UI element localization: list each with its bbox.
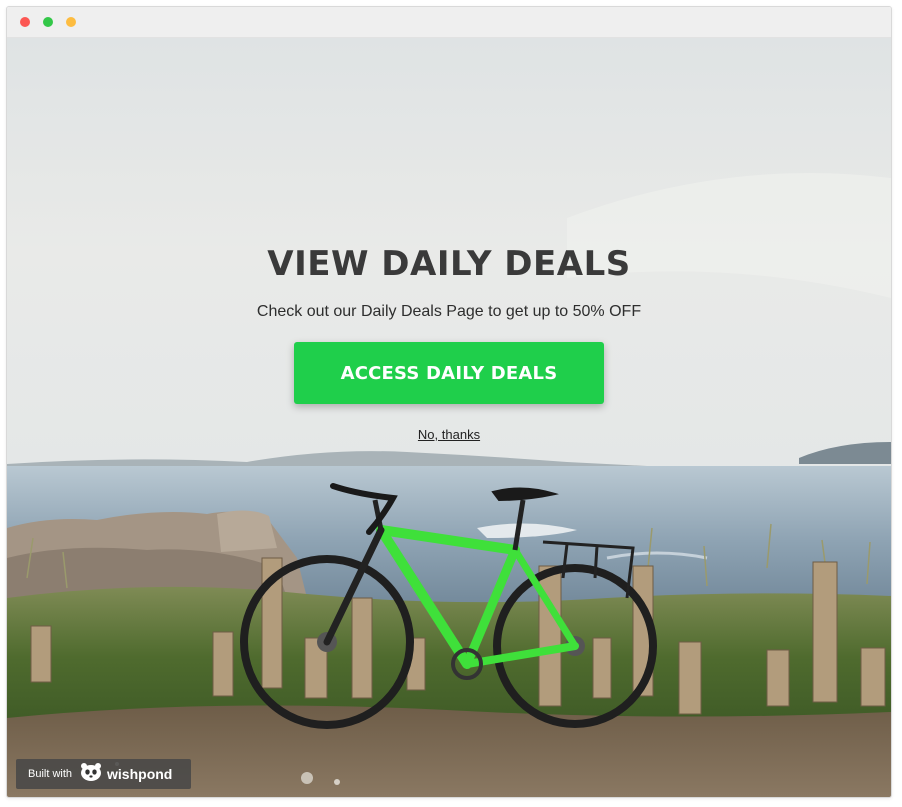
close-window-button[interactable] — [20, 17, 30, 27]
window-titlebar — [7, 7, 891, 38]
no-thanks-link[interactable]: No, thanks — [418, 427, 480, 442]
popup-headline: VIEW DAILY DEALS — [267, 244, 631, 284]
popup-overlay: VIEW DAILY DEALS Check out our Daily Dea… — [7, 38, 891, 797]
wishpond-brand-label: wishpond — [107, 766, 173, 782]
decline-container: No, thanks — [7, 427, 891, 442]
popup-background-scene: VIEW DAILY DEALS Check out our Daily Dea… — [7, 38, 891, 797]
zoom-window-button[interactable] — [43, 17, 53, 27]
panda-icon — [80, 762, 102, 786]
popup-subheadline: Check out our Daily Deals Page to get up… — [256, 303, 642, 320]
built-with-wishpond-badge[interactable]: Built with wishpond — [16, 759, 191, 789]
access-daily-deals-button[interactable]: ACCESS DAILY DEALS — [294, 342, 604, 404]
built-with-label: Built with — [28, 768, 73, 780]
browser-window: VIEW DAILY DEALS Check out our Daily Dea… — [6, 6, 892, 798]
minimize-window-button[interactable] — [66, 17, 76, 27]
